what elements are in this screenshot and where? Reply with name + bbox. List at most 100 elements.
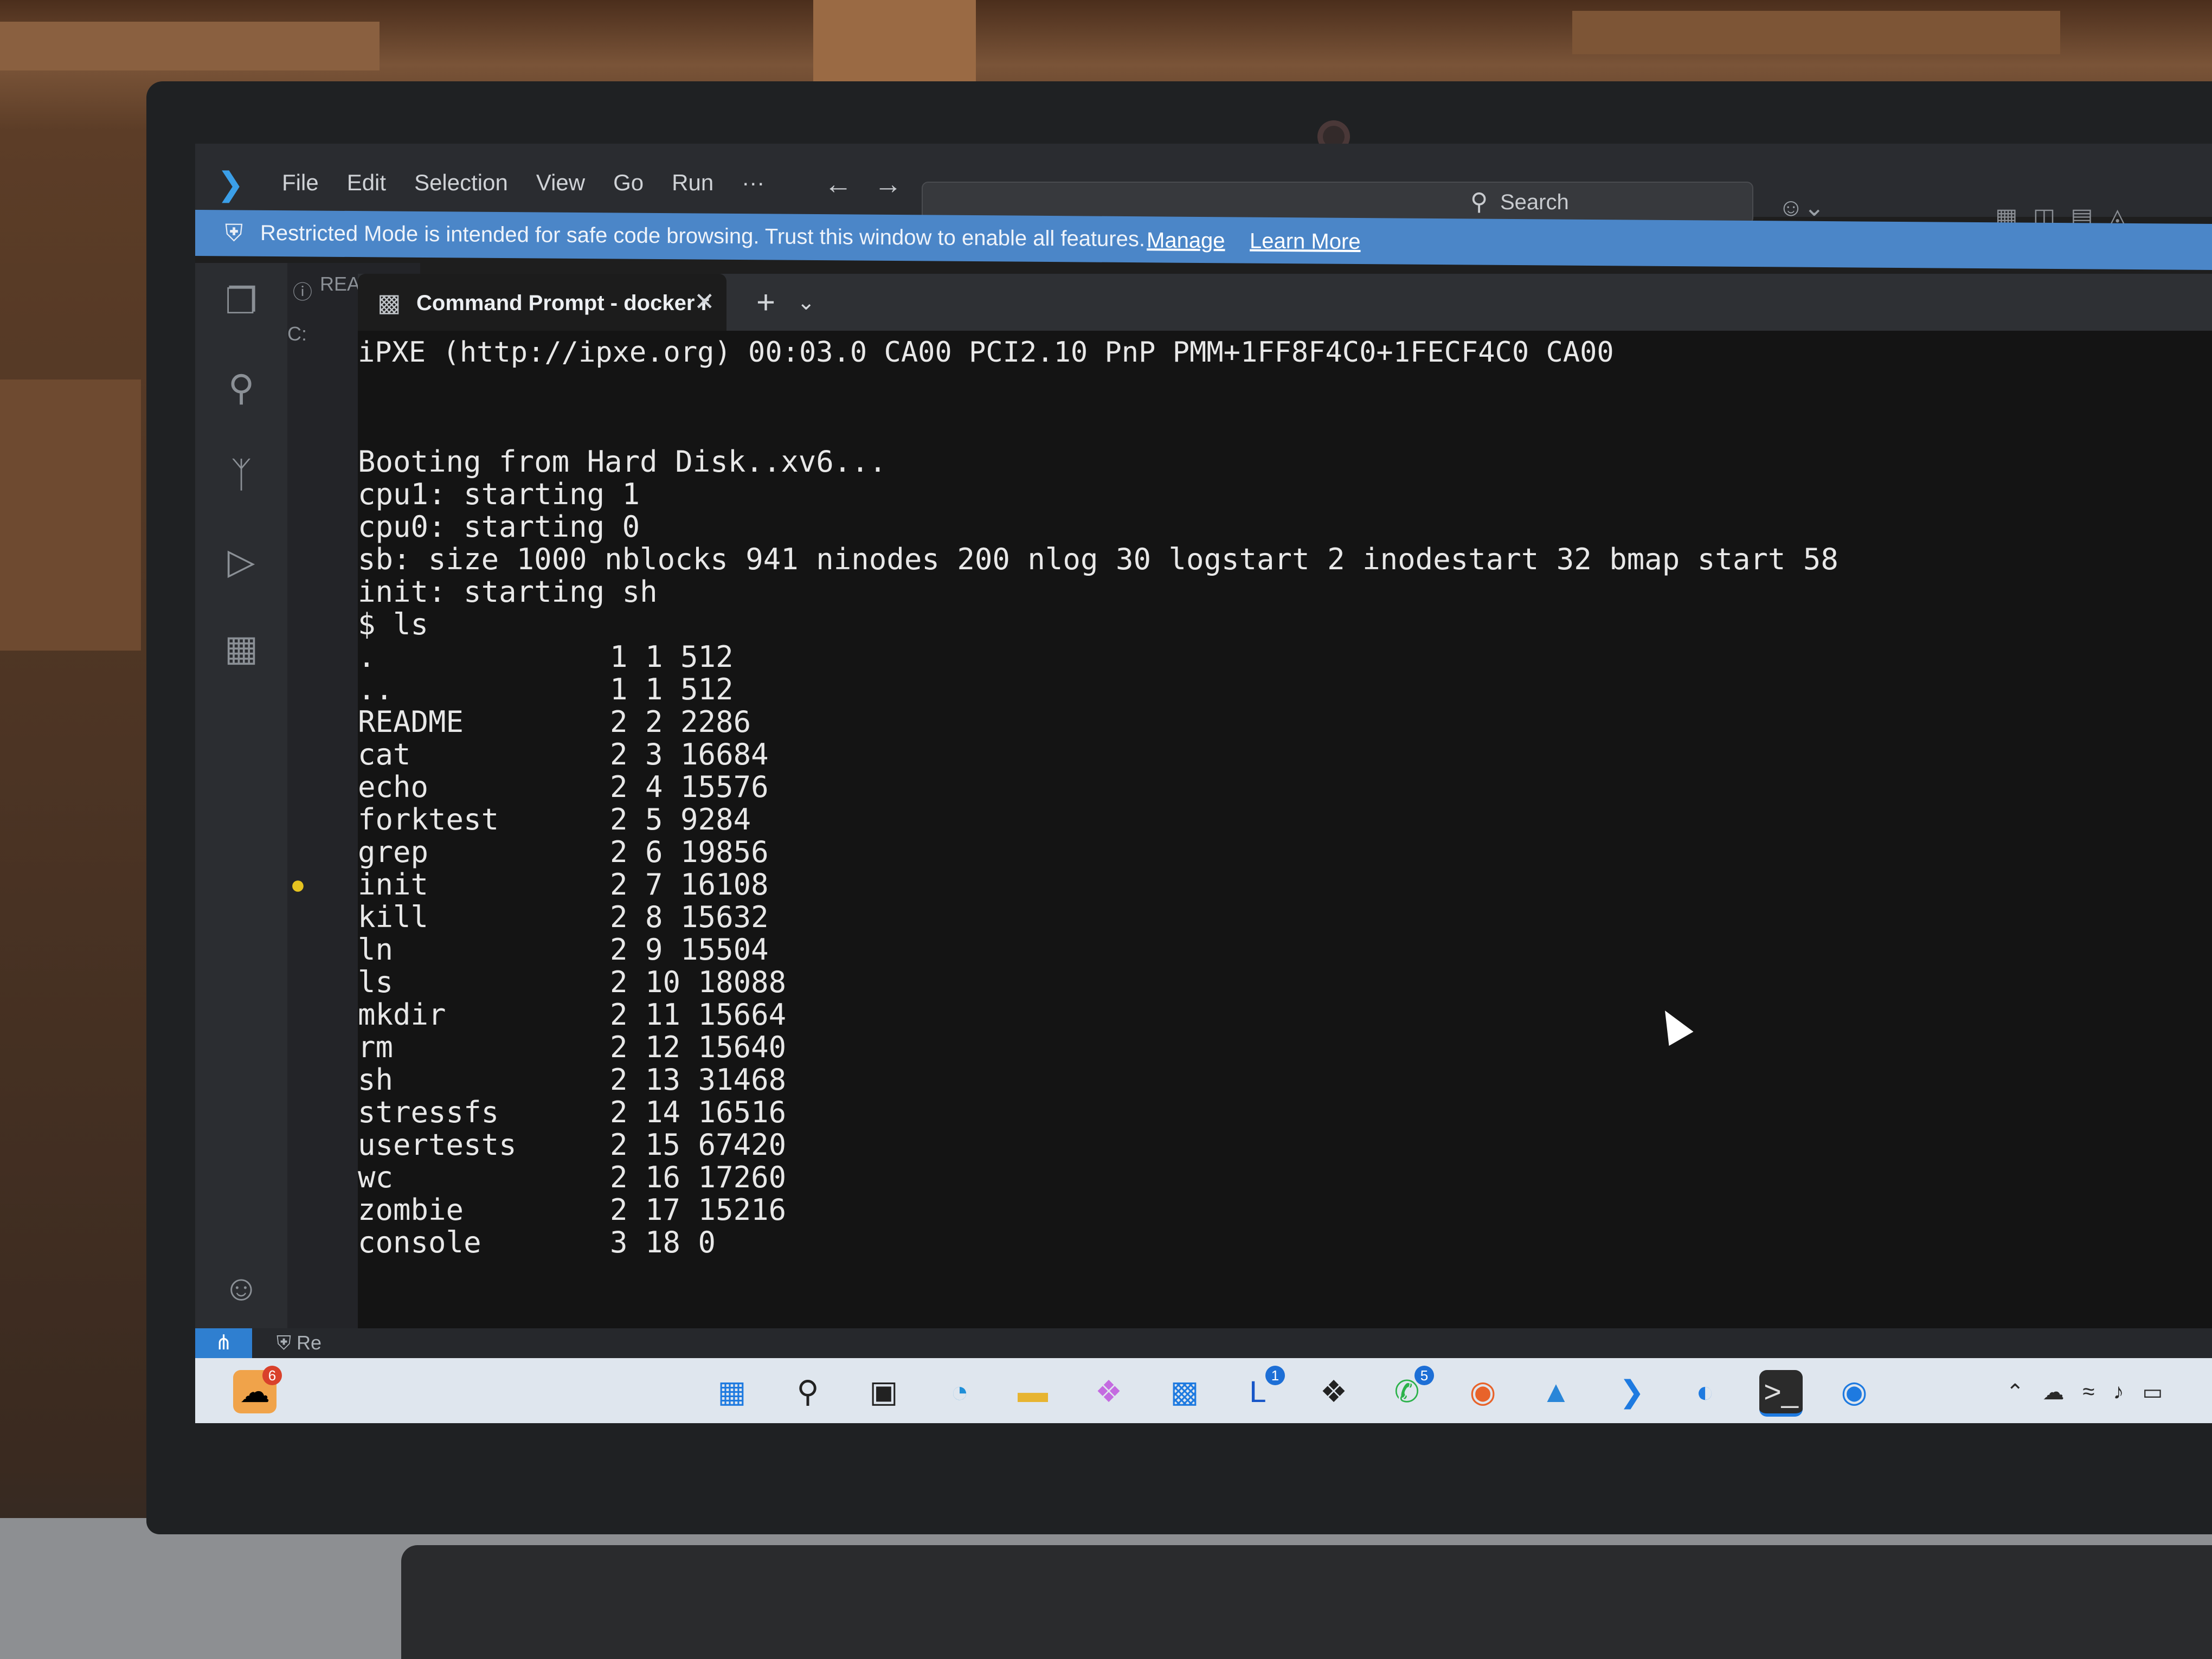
widgets-icon[interactable]: ☁ 6: [233, 1366, 282, 1413]
whatsapp-icon[interactable]: ✆ 5: [1385, 1366, 1434, 1413]
ls-meta: 2 8 15632: [610, 900, 769, 934]
ls-meta: 2 9 15504: [610, 933, 769, 967]
laptop-notch: [1030, 81, 1626, 114]
menu-run[interactable]: Run: [672, 170, 713, 196]
ls-meta: 2 15 67420: [610, 1128, 787, 1162]
fn-app-icon[interactable]: ◉: [1832, 1370, 1876, 1413]
source-control-icon[interactable]: ᛉ: [220, 453, 263, 496]
windows-taskbar: ☁ 6 ▦ ⚲ ▣ ◔ ▬ ❖ ▩ L1 ❖ ✆ 5 ◉ ▲ ❯ ◐ >_ ◉ ⌃ …: [195, 1358, 2212, 1423]
ls-name: ln: [358, 933, 394, 967]
volume-icon[interactable]: ♪: [2113, 1380, 2124, 1405]
file-explorer-icon[interactable]: ▬: [1011, 1370, 1054, 1413]
wooden-chair: [0, 380, 141, 651]
chevron-down-icon[interactable]: ⌄: [797, 290, 815, 315]
ls-name: rm: [358, 1030, 394, 1064]
system-tray: ⌃ ☁ ≈ ♪ ▭: [2006, 1380, 2163, 1405]
ls-name: ls: [358, 965, 394, 999]
editor-ghost-text: C:: [287, 323, 307, 345]
terminal-icon: ▩: [377, 288, 401, 317]
mouse-pointer-icon: [1652, 1004, 1694, 1046]
start-windows-icon[interactable]: ▦: [710, 1370, 754, 1413]
menu-edit[interactable]: Edit: [347, 170, 386, 196]
close-tab-icon[interactable]: ✕: [694, 287, 715, 316]
battery-icon[interactable]: ▭: [2142, 1380, 2163, 1405]
ls-name: init: [358, 867, 429, 902]
back-arrow-icon[interactable]: ←: [824, 168, 852, 201]
ls-name: usertests: [358, 1128, 517, 1162]
ls-meta: 2 12 15640: [610, 1030, 787, 1064]
ls-meta: 2 11 15664: [610, 998, 787, 1032]
ls-name: .: [358, 640, 376, 674]
menu-selection[interactable]: Selection: [414, 170, 508, 196]
menu-bar: File Edit Selection View Go Run ···: [282, 170, 764, 196]
shell-prompt: $ ls: [358, 607, 429, 641]
onedrive-icon[interactable]: ☁: [2043, 1380, 2065, 1405]
wood-beam: [813, 0, 976, 81]
manage-link[interactable]: Manage: [1147, 228, 1225, 253]
extensions-icon[interactable]: ▦: [220, 626, 263, 670]
microsoft-store-icon[interactable]: ▩: [1163, 1370, 1206, 1413]
terminal-tab[interactable]: ▩ Command Prompt - docker r ✕: [358, 274, 726, 331]
ls-meta: 2 3 16684: [610, 737, 769, 771]
task-view-icon[interactable]: ▣: [862, 1370, 905, 1413]
restricted-status-text: Re: [297, 1332, 322, 1354]
lightbulb-icon[interactable]: ●: [290, 870, 306, 900]
laptop-hinge: [401, 1545, 2212, 1659]
edge-browser-icon[interactable]: ◔: [938, 1370, 981, 1413]
copilot-icon[interactable]: ☺⌄: [1778, 192, 1825, 222]
ls-meta: 1 1 512: [610, 640, 734, 674]
boot-line: cpu0: starting 0: [358, 510, 640, 544]
ls-meta: 2 10 18088: [610, 965, 787, 999]
info-icon: ⓘ: [293, 281, 313, 303]
menu-more[interactable]: ···: [742, 170, 764, 196]
menu-go[interactable]: Go: [613, 170, 644, 196]
ls-name: mkdir: [358, 998, 446, 1032]
ls-name: sh: [358, 1063, 394, 1097]
search-icon[interactable]: ⚲: [220, 366, 263, 409]
ls-name: cat: [358, 737, 411, 771]
explorer-icon[interactable]: ❐: [220, 279, 263, 323]
menu-file[interactable]: File: [282, 170, 319, 196]
ls-meta: 2 16 17260: [610, 1160, 787, 1194]
boot-line: sb: size 1000 nblocks 941 ninodes 200 nl…: [358, 542, 1838, 576]
chevron-up-icon[interactable]: ⌃: [2006, 1380, 2024, 1405]
ls-meta: 2 7 16108: [610, 867, 769, 902]
firefox-icon[interactable]: ◉: [1461, 1370, 1504, 1413]
blue-app-icon[interactable]: ◐: [1683, 1370, 1727, 1413]
todo-app-icon[interactable]: L1: [1236, 1366, 1285, 1413]
ls-name: zombie: [358, 1193, 464, 1227]
new-tab-button[interactable]: +: [756, 284, 775, 321]
photos-icon[interactable]: ▲: [1534, 1370, 1578, 1413]
activity-bar: ❐ ⚲ ᛉ ▷ ▦ ☺ ⚙: [195, 263, 287, 1423]
whatsapp-badge: 5: [1414, 1366, 1434, 1385]
widgets-badge: 6: [262, 1366, 282, 1385]
ls-name: stressfs: [358, 1095, 499, 1129]
terminal-taskbar-icon[interactable]: >_: [1759, 1370, 1803, 1417]
ls-meta: 2 2 2286: [610, 705, 751, 739]
shield-icon: ⛨: [225, 220, 243, 247]
menu-view[interactable]: View: [536, 170, 585, 196]
ls-name: forktest: [358, 802, 499, 837]
restricted-mode-status[interactable]: ⛨ Re: [276, 1332, 321, 1355]
account-icon[interactable]: ☺: [220, 1266, 263, 1309]
dropbox-icon[interactable]: ❖: [1312, 1370, 1355, 1413]
forward-arrow-icon[interactable]: →: [874, 168, 902, 201]
remote-indicator-icon[interactable]: ⋔: [195, 1328, 252, 1358]
ls-meta: 2 14 16516: [610, 1095, 787, 1129]
ls-name: grep: [358, 835, 429, 869]
wood-beam: [0, 22, 380, 70]
search-icon[interactable]: ⚲: [786, 1370, 829, 1413]
ls-name: README: [358, 705, 464, 739]
vscode-taskbar-icon[interactable]: ❯: [1610, 1370, 1654, 1413]
copilot-app-icon[interactable]: ❖: [1087, 1370, 1130, 1413]
terminal-output[interactable]: iPXE (http://ipxe.org) 00:03.0 CA00 PCI2…: [358, 331, 2212, 1328]
wifi-icon[interactable]: ≈: [2083, 1380, 2095, 1405]
boot-line: Booting from Hard Disk..xv6...: [358, 445, 887, 479]
navigation-arrows: ← →: [824, 168, 902, 201]
vscode-logo-icon: ❯: [217, 166, 245, 202]
search-placeholder: Search: [1500, 190, 1569, 214]
run-debug-icon[interactable]: ▷: [220, 539, 263, 583]
learn-more-link[interactable]: Learn More: [1250, 229, 1361, 254]
ls-meta: 2 17 15216: [610, 1193, 787, 1227]
ls-meta: 2 13 31468: [610, 1063, 787, 1097]
